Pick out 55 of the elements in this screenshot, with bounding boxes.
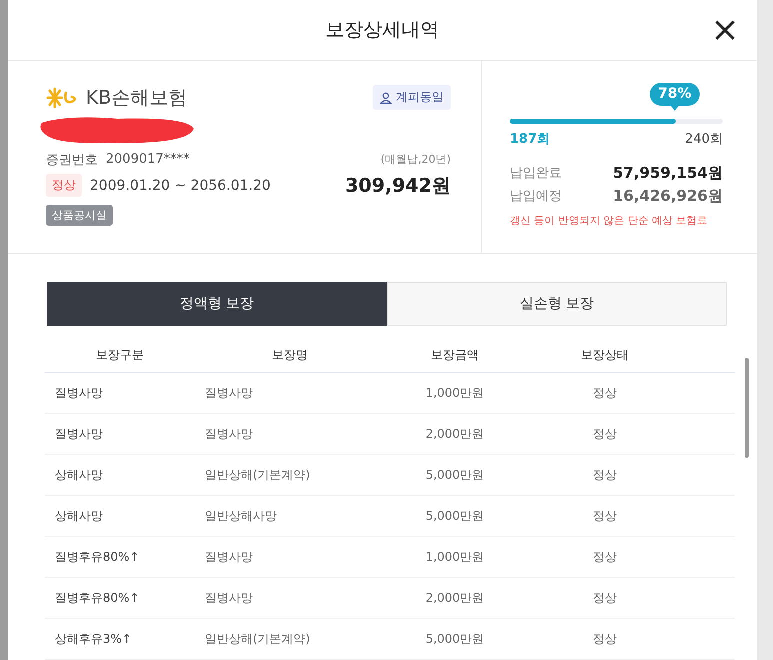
- due-amount: 16,426,926원: [613, 186, 723, 206]
- table-cell-text: 질병후유80%↑: [54, 590, 141, 606]
- table-cell-text: 5,000만원: [424, 508, 486, 524]
- table-cell-text: 일반상해(기본계약): [204, 630, 312, 648]
- table-cell-text: 질병사망: [204, 384, 254, 402]
- total-count: 240회: [685, 130, 723, 148]
- paid-count: 187회: [510, 130, 550, 148]
- table-cell-text: 정상: [592, 426, 618, 442]
- table-cell-text: 2,000만원: [424, 426, 486, 442]
- column-header: 보장명: [271, 346, 309, 364]
- table-cell-text: 5,000만원: [424, 630, 486, 648]
- close-button[interactable]: ×: [711, 16, 739, 44]
- table-cell-text: 상해후유3%↑: [54, 630, 134, 648]
- table-cell-text: 1,000만원: [424, 384, 486, 402]
- person-icon: [380, 92, 392, 104]
- coverage-tab[interactable]: 실손형 보장: [387, 282, 727, 326]
- paid-label: 납입완료: [510, 165, 562, 182]
- table-cell-text: 질병사망: [204, 426, 254, 442]
- table-cell-text: 질병사망: [204, 590, 254, 606]
- payment-terms: (매월납,20년): [380, 152, 451, 168]
- table-cell-text: 정상: [592, 548, 618, 566]
- table-cell-text: 정상: [592, 508, 618, 524]
- notice-text: 갱신 등이 반영되지 않은 단순 예상 보험료: [510, 214, 709, 228]
- premium-amount: 309,942원: [345, 174, 451, 199]
- table-cell-text: 정상: [592, 466, 618, 484]
- table-cell-text: 상해사망: [54, 508, 104, 524]
- scrollbar[interactable]: [745, 358, 749, 458]
- coverage-tab[interactable]: 정액형 보장: [47, 282, 387, 326]
- table-cell-text: 질병사망: [54, 384, 104, 402]
- table-cell-text: 2,000만원: [424, 590, 486, 606]
- table-cell-text: 일반상해사망: [204, 508, 278, 524]
- table-cell-text: 정상: [592, 630, 618, 648]
- table-cell-text: 정상: [592, 384, 618, 402]
- table-cell-text: 일반상해(기본계약): [204, 466, 312, 484]
- progress-percent: 78%: [650, 82, 700, 106]
- modal-title: 보장상세내역: [326, 18, 440, 43]
- table-cell-text: 정상: [592, 590, 618, 606]
- table-cell-text: 5,000만원: [424, 466, 486, 484]
- table-cell-text: 1,000만원: [424, 548, 486, 566]
- badge-label: 계피동일: [396, 89, 444, 106]
- company-name: KB손해보험: [86, 86, 188, 111]
- table-cell-text: 질병사망: [54, 426, 104, 442]
- table-cell-text: 질병사망: [204, 548, 254, 566]
- pointer-icon: [670, 106, 679, 111]
- contract-period: 2009.01.20 ~ 2056.01.20: [90, 178, 271, 194]
- table-cell-text: 질병후유80%↑: [54, 548, 141, 566]
- column-header: 보장상태: [580, 346, 630, 364]
- column-header: 보장구분: [95, 346, 145, 364]
- column-header: 보장금액: [430, 346, 480, 364]
- status-tag: 정상: [46, 174, 82, 198]
- paid-amount: 57,959,154원: [613, 164, 723, 183]
- table-cell-text: 상해사망: [54, 466, 104, 484]
- due-label: 납입예정: [510, 188, 562, 206]
- certificate-number: 2009017****: [106, 152, 190, 168]
- certificate-label: 증권번호: [46, 152, 98, 169]
